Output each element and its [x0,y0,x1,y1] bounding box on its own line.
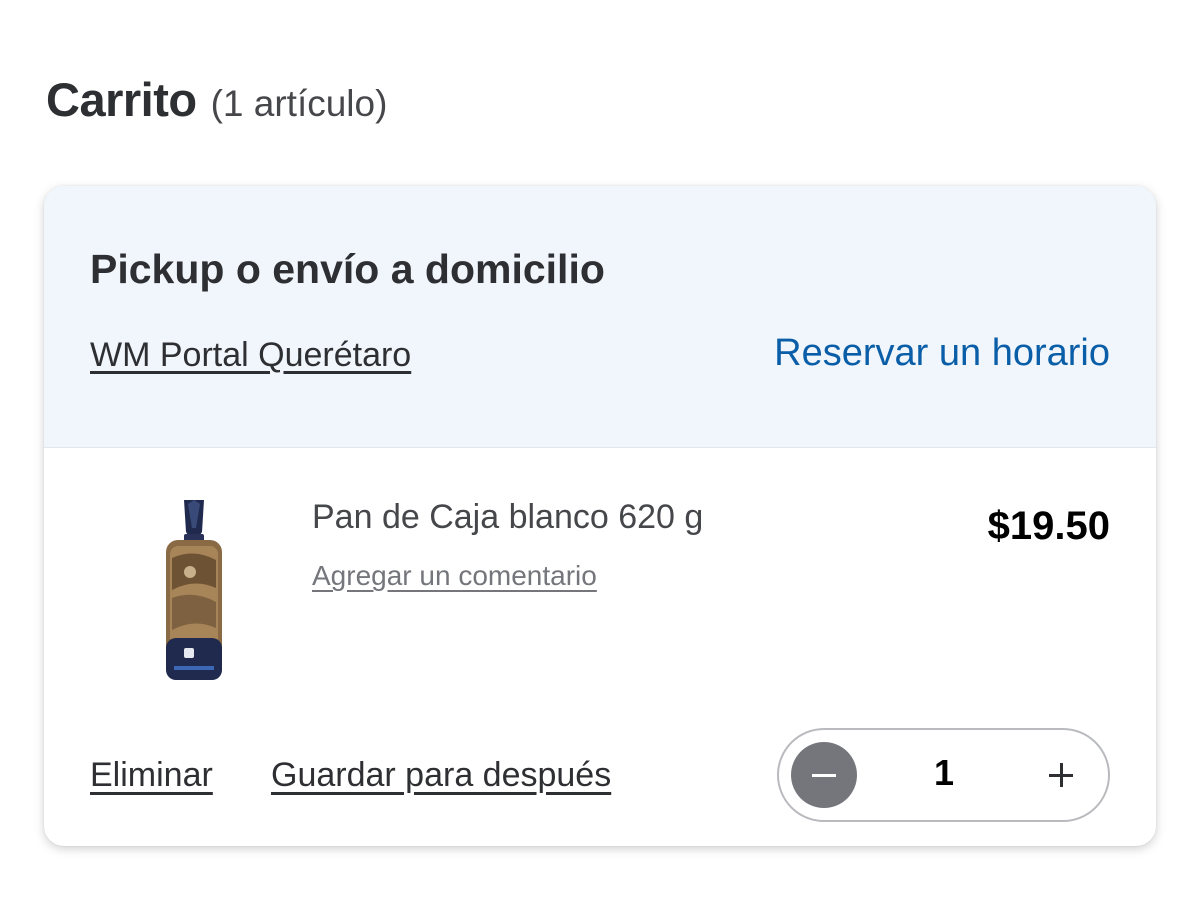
cart-page: Carrito (1 artículo) Pickup o envío a do… [0,0,1200,912]
minus-icon [812,773,836,777]
product-price: $19.50 [987,504,1110,548]
cart-heading: Carrito (1 artículo) [46,72,387,127]
cart-item-count: (1 artículo) [210,83,388,124]
cart-card: Pickup o envío a domicilio WM Portal Que… [44,186,1156,846]
store-link[interactable]: WM Portal Querétaro [90,336,411,375]
add-comment-link[interactable]: Agregar un comentario [312,560,597,592]
plus-icon [1049,763,1073,787]
fulfillment-title: Pickup o envío a domicilio [90,246,605,292]
save-for-later-link[interactable]: Guardar para después [271,756,611,795]
product-name[interactable]: Pan de Caja blanco 620 g [312,498,703,537]
increase-quantity-button[interactable] [1030,744,1092,806]
fulfillment-header: Pickup o envío a domicilio WM Portal Que… [44,186,1156,448]
quantity-stepper: 1 [777,728,1110,822]
quantity-value: 1 [933,752,955,793]
bread-bag-image[interactable] [154,498,234,688]
cart-title: Carrito [46,73,197,126]
reserve-slot-link[interactable]: Reservar un horario [774,332,1110,375]
remove-item-link[interactable]: Eliminar [90,756,213,795]
decrease-quantity-button[interactable] [791,742,857,808]
